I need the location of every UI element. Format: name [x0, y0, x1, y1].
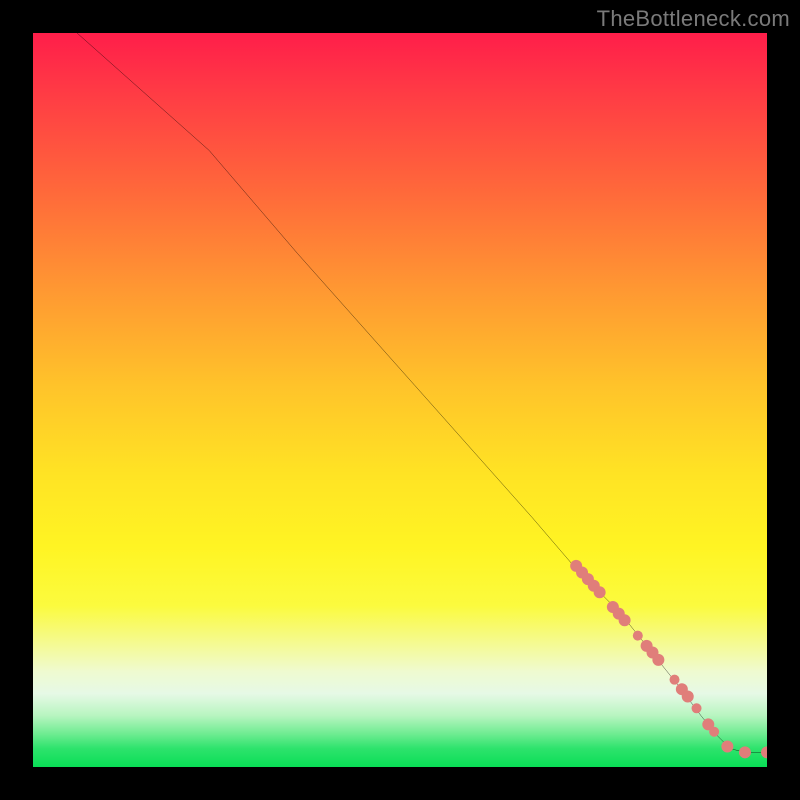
marker-dot: [682, 691, 694, 703]
bottleneck-curve-line: [77, 33, 767, 752]
plot-area: [33, 33, 767, 767]
chart-overlay-svg: [33, 33, 767, 767]
marker-dot: [739, 746, 751, 758]
bottleneck-curve: [77, 33, 767, 752]
marker-dot: [709, 727, 719, 737]
marker-dot: [652, 654, 664, 666]
marker-dot: [594, 586, 606, 598]
marker-dot: [670, 675, 680, 685]
marker-cluster: [570, 560, 767, 758]
marker-dot: [761, 746, 767, 758]
marker-dot: [692, 703, 702, 713]
marker-dot: [721, 740, 733, 752]
marker-dot: [633, 631, 643, 641]
chart-frame: TheBottleneck.com: [0, 0, 800, 800]
watermark-text: TheBottleneck.com: [597, 6, 790, 32]
marker-dot: [619, 614, 631, 626]
